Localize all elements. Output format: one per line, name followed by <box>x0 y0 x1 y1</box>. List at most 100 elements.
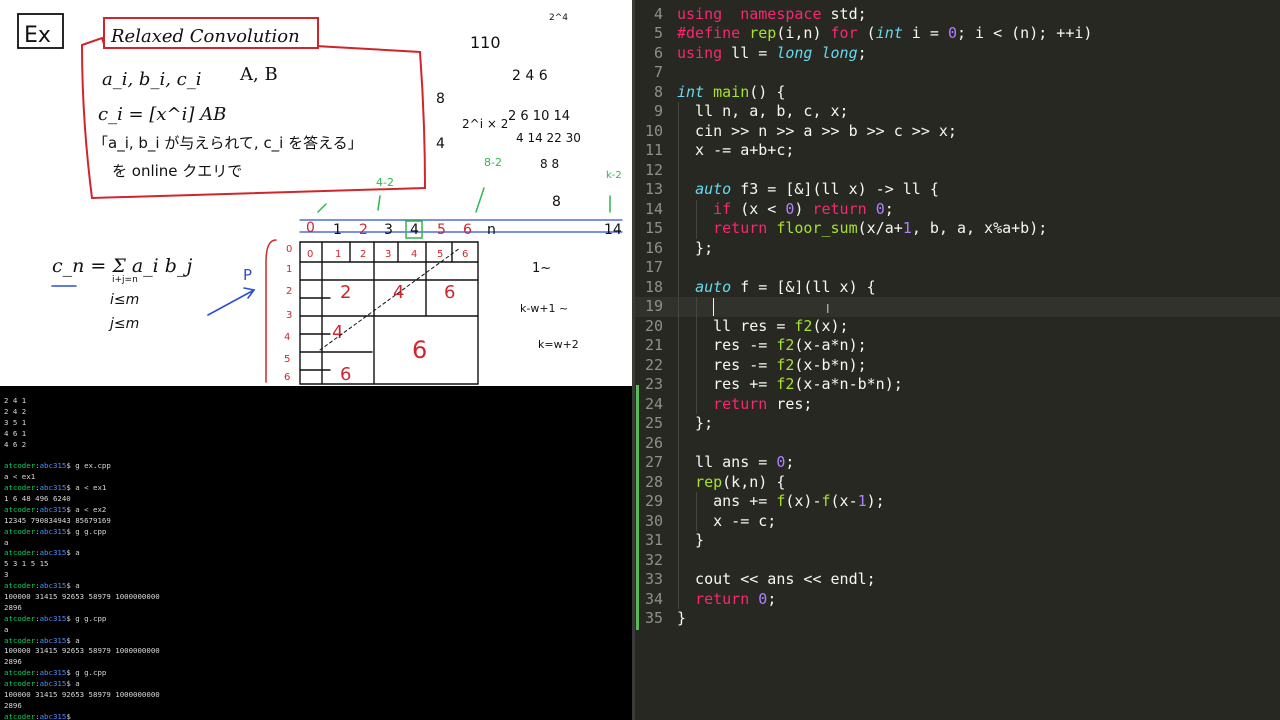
code-token: ll n, a, b, c, x; <box>677 102 849 120</box>
code-token: (x < <box>731 199 786 218</box>
line-number: 7 <box>653 63 663 81</box>
indent-guide <box>677 472 679 492</box>
prompt-command: $ g g.cpp <box>66 668 107 678</box>
output-text: 100000 31415 92653 58979 1000000000 <box>4 646 160 656</box>
prompt-command: $ a <box>66 548 80 558</box>
line-number: 26 <box>644 433 663 452</box>
code-line[interactable]: 26 <box>635 433 1280 453</box>
prompt-dir: abc315 <box>39 613 67 623</box>
indent-guide <box>677 453 679 473</box>
code-text: } <box>677 531 704 551</box>
code-token: cin >> n >> a >> b >> c >> x; <box>677 121 957 140</box>
indent-guide <box>677 199 679 219</box>
code-token: ; <box>785 453 795 471</box>
output-text: 4 6 1 <box>4 428 27 438</box>
label-4: 4 <box>436 136 445 152</box>
indent-guide <box>695 199 697 219</box>
ruler-numbers: 0 1 2 3 4 5 6 n 14 <box>306 220 622 238</box>
code-line[interactable]: 32 <box>635 550 1280 570</box>
code-token: (x- <box>830 492 858 510</box>
terminal-line: 2896 <box>0 657 632 668</box>
code-line[interactable]: 29 ans += f(x)-f(x-1); <box>635 492 1280 512</box>
terminal-line: atcoder:abc315$ <box>4 711 71 720</box>
line-number: 33 <box>644 570 663 588</box>
blue-arrow <box>207 287 256 316</box>
code-line[interactable]: 19 <box>635 297 1280 317</box>
code-line[interactable]: 27 ll ans = 0; <box>635 453 1280 473</box>
terminal-line: 5 3 1 5 15 <box>0 559 632 570</box>
code-line[interactable]: 15 return floor_sum(x/a+1, b, a, x%a+b); <box>635 219 1280 239</box>
prompt-user: atcoder <box>4 548 36 558</box>
code-line[interactable]: 13 auto f3 = [&](ll x) -> ll { <box>635 180 1280 200</box>
svg-text:5: 5 <box>437 249 443 260</box>
code-line[interactable]: 30 x -= c; <box>635 511 1280 532</box>
code-token: rep <box>695 472 723 491</box>
code-line[interactable]: 17 <box>635 258 1280 278</box>
svg-text:0: 0 <box>306 220 315 236</box>
terminal-panel[interactable]: 2 4 12 4 23 5 14 6 14 6 2 atcoder:abc315$… <box>0 386 632 720</box>
whiteboard-panel[interactable]: Ex Relaxed Convolution a_i, b_i, c_i A, … <box>0 0 632 386</box>
code-line[interactable]: 20 ll res = f2(x); <box>635 316 1280 336</box>
top-number: 110 <box>470 33 501 52</box>
code-text: x -= c; <box>677 512 776 532</box>
code-token: (x/a+ <box>857 219 903 237</box>
code-line[interactable]: 6 using ll = long long; <box>635 44 1280 64</box>
code-line[interactable]: 14 if (x < 0) return 0; <box>635 199 1280 219</box>
line-number: 4 <box>653 4 663 23</box>
code-text: res -= f2(x-b*n); <box>677 356 867 376</box>
output-text: 3 5 1 <box>4 417 27 427</box>
code-line[interactable]: 10 cin >> n >> a >> b >> c >> x; <box>635 121 1280 141</box>
code-token: () { <box>749 82 786 101</box>
code-token: for <box>830 24 858 42</box>
code-token: 0 <box>758 589 768 608</box>
code-token: (x-a*n-b*n); <box>794 375 903 393</box>
svg-text:0: 0 <box>307 249 313 260</box>
line-number: 27 <box>644 453 663 471</box>
code-line[interactable]: 23 res += f2(x-a*n-b*n); <box>635 375 1280 395</box>
code-line[interactable]: 31 } <box>635 531 1280 551</box>
code-line[interactable]: 8 int main() { <box>635 83 1280 103</box>
code-token: if <box>713 199 732 218</box>
code-line[interactable]: 11 x -= a+b+c; <box>635 141 1280 161</box>
code-line[interactable]: 7 <box>635 63 1280 83</box>
code-line[interactable]: 18 auto f = [&](ll x) { <box>635 277 1280 297</box>
code-token: res -= <box>677 355 777 374</box>
code-token: return <box>695 589 750 608</box>
code-line[interactable]: 28 rep(k,n) { <box>635 472 1280 492</box>
code-line[interactable]: 9 ll n, a, b, c, x; <box>635 102 1280 122</box>
output-text: a <box>4 624 9 634</box>
code-token: cout << ans << endl; <box>677 570 876 588</box>
indent-guide <box>677 531 679 551</box>
line-number: 29 <box>644 492 663 510</box>
box-line2: c_i = [x^i] AB <box>98 104 226 125</box>
code-line[interactable]: 16 }; <box>635 238 1280 258</box>
code-line[interactable]: 33 cout << ans << endl; <box>635 570 1280 590</box>
svg-text:6: 6 <box>284 372 290 383</box>
code-line[interactable]: 24 return res; <box>635 394 1280 414</box>
code-line[interactable]: 34 return 0; <box>635 589 1280 609</box>
code-line[interactable]: 22 res -= f2(x-b*n); <box>635 355 1280 376</box>
indent-guide <box>677 394 679 414</box>
prompt-command: $ a <box>66 679 80 689</box>
code-line[interactable]: 21 res -= f2(x-a*n); <box>635 336 1280 356</box>
indent-guide <box>677 277 679 297</box>
code-line[interactable]: 25 }; <box>635 414 1280 434</box>
code-line[interactable]: 4 using namespace std; <box>635 5 1280 25</box>
code-text: #define rep(i,n) for (int i = 0; i < (n)… <box>677 24 1092 44</box>
code-editor[interactable]: 4 using namespace std; 5 #define rep(i,n) f… <box>635 0 1280 720</box>
line-number: 20 <box>644 316 663 335</box>
code-token: 1 <box>857 492 867 510</box>
line-number: 28 <box>644 472 663 491</box>
terminal-line: a < ex1 <box>0 472 632 483</box>
indent-guide <box>677 375 679 395</box>
code-line[interactable]: 35} <box>635 609 1280 629</box>
code-line[interactable]: 12 <box>635 160 1280 180</box>
output-text: a < ex1 <box>4 472 36 482</box>
indent-guide <box>677 414 679 434</box>
code-text: ans += f(x)-f(x-1); <box>677 492 885 512</box>
code-line[interactable]: 5 #define rep(i,n) for (int i = 0; i < (n… <box>635 24 1280 44</box>
prompt-dir: abc315 <box>39 668 67 678</box>
prompt-user: atcoder <box>4 581 36 591</box>
code-text: ll n, a, b, c, x; <box>677 102 849 122</box>
